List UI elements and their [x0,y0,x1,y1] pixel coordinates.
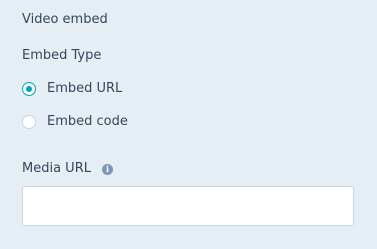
embed-type-label: Embed Type [22,48,102,63]
section-title: Video embed [22,12,108,27]
radio-label-embed-code: Embed code [47,114,128,129]
media-url-label: Media URL [22,161,91,176]
radio-option-embed-url[interactable]: Embed URL [22,79,122,99]
radio-label-embed-url: Embed URL [47,81,123,96]
radio-button-embed-code[interactable] [22,115,36,129]
media-url-input[interactable] [22,186,354,226]
info-icon[interactable]: i [101,163,113,175]
radio-option-embed-code[interactable]: Embed code [22,112,128,132]
radio-button-embed-url[interactable] [22,82,36,96]
video-embed-panel: Video embed Embed Type Embed URL Embed c… [0,0,377,249]
media-url-label-row: Media URL i [22,160,113,178]
